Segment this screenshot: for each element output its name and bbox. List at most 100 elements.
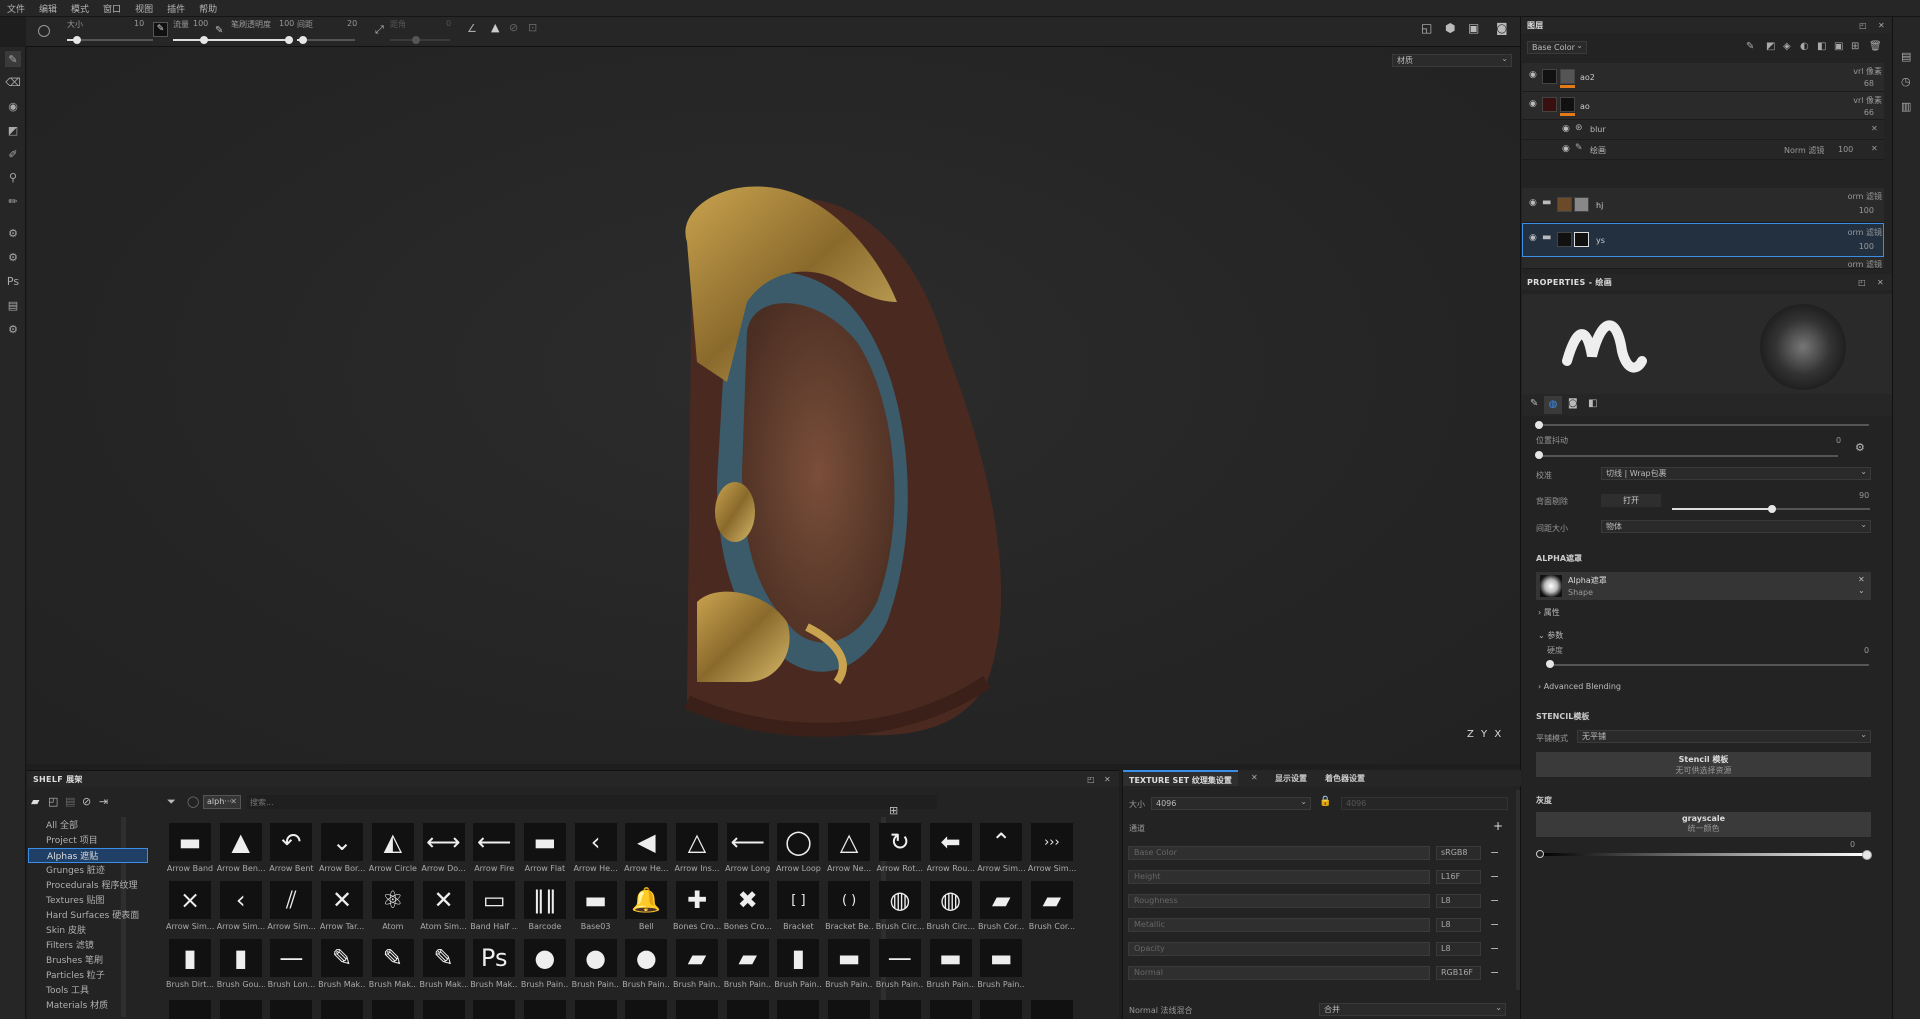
folder-row-selected[interactable]: ◉ ▬ ys orm 滤镜 100	[1522, 223, 1884, 257]
angle-slider-knob[interactable]	[412, 36, 420, 44]
effect-row[interactable]: ◉ ✎ 绘画 Norm 滤镜 100 ✕	[1522, 140, 1884, 160]
effect-opacity[interactable]: 100	[1838, 145, 1853, 154]
shelf-asset-item[interactable]: ⟵ Arrow Fire	[470, 821, 518, 878]
shelf-asset-item[interactable]: — Brush Lon...	[267, 937, 315, 994]
spacing-slider-knob[interactable]	[299, 36, 307, 44]
channel-format-select[interactable]: RGB16F	[1436, 966, 1481, 980]
color-picker-icon[interactable]: ✏	[5, 193, 21, 209]
effect-blend[interactable]: Norm 滤镜	[1784, 145, 1834, 156]
shelf-asset-item[interactable]: ⌄ Arrow Bor...	[318, 821, 366, 878]
asset-thumbnail-partial[interactable]	[878, 1000, 921, 1019]
shelf-asset-item[interactable]: △ Arrow Ins...	[673, 821, 721, 878]
shelf-category-item[interactable]: Skin 皮肤	[46, 923, 86, 936]
shelf-asset-item[interactable]: ▬ Brush Pain...	[927, 937, 975, 994]
asset-thumbnail-partial[interactable]	[169, 1000, 211, 1019]
circle-filter-icon[interactable]: ◯	[187, 795, 199, 808]
asset-thumbnail-partial[interactable]	[625, 1000, 668, 1019]
shelf-asset-item[interactable]: ▰ Brush Pain...	[673, 937, 721, 994]
effect-row[interactable]: ◉ ⊛ blur ✕	[1522, 120, 1884, 140]
hide-icon[interactable]: ⊘	[82, 795, 91, 808]
pos-jitter-slider[interactable]	[1537, 455, 1838, 457]
alpha-expand-icon[interactable]: ⌄	[1858, 586, 1865, 595]
size-select[interactable]: 4096	[1151, 796, 1311, 810]
asset-thumbnail-partial[interactable]	[422, 1000, 465, 1019]
layer-blend[interactable]: orm 滤镜	[1838, 227, 1882, 238]
shelf-asset-item[interactable]: ◯ Arrow Loop	[774, 821, 822, 878]
shelf-category-item[interactable]: Alphas 遮贴	[28, 848, 148, 863]
layer-row[interactable]: ◉ ao vrl 像素 66	[1522, 92, 1884, 120]
bake-icon[interactable]: ⚙	[5, 225, 21, 241]
normal-mix-select[interactable]: 合并	[1319, 1002, 1506, 1016]
transform-icon[interactable]: ⊡	[528, 21, 537, 34]
lock-icon[interactable]: 🔒	[1319, 796, 1331, 807]
shelf-asset-item[interactable]: ▬ Arrow Band	[166, 821, 214, 878]
layer-opacity[interactable]: 100	[1838, 242, 1874, 251]
tab-display-settings[interactable]: 显示设置	[1275, 773, 1307, 784]
close-icon[interactable]: ✕	[1878, 21, 1885, 30]
save-icon[interactable]: ▤	[65, 795, 75, 808]
symmetry-angle-icon[interactable]: ∠	[467, 22, 477, 35]
remove-effect-icon[interactable]: ✕	[1871, 124, 1878, 133]
shelf-category-item[interactable]: Procedurals 程序纹理	[46, 878, 137, 891]
shelf-asset-item[interactable]: ⚛ Atom	[369, 879, 417, 936]
layer-blend[interactable]: orm 滤镜	[1838, 259, 1882, 268]
screenshot-icon[interactable]: ◙	[1496, 21, 1508, 35]
shelf-asset-item[interactable]: ⟷ Arrow Do...	[420, 821, 468, 878]
filter-chip[interactable]: alph··· ✕	[203, 795, 241, 809]
shelf-asset-item[interactable]: ✖ Bones Cro...	[724, 879, 772, 936]
channel-select[interactable]: Base Color	[1527, 40, 1587, 54]
shelf-asset-item[interactable]: ◀ Arrow He...	[622, 821, 670, 878]
clone-stamp-icon[interactable]: ⚲	[5, 169, 21, 185]
asset-thumbnail-partial[interactable]	[828, 1000, 871, 1019]
viewport-mode-select[interactable]: 材质	[1392, 53, 1512, 67]
visibility-eye-icon[interactable]: ◉	[1562, 124, 1570, 134]
shelf-asset-item[interactable]: ● Brush Pain...	[521, 937, 569, 994]
shelf-asset-item[interactable]: ‹ Arrow He...	[572, 821, 620, 878]
eraser-icon[interactable]: ⌫	[5, 74, 21, 90]
add-effect-icon[interactable]: ✎	[1746, 41, 1754, 52]
shelf-asset-item[interactable]: ‖‖ Barcode	[521, 879, 569, 936]
add-paint-icon[interactable]: ◐	[1800, 41, 1809, 52]
close-icon[interactable]: ✕	[1104, 775, 1111, 784]
shelf-category-item[interactable]: All 全部	[46, 818, 78, 831]
smudge-icon[interactable]: ✐	[5, 146, 21, 162]
flow-slider-knob[interactable]	[200, 36, 208, 44]
folder-row[interactable]: ◉ ▬ hj orm 滤镜 100	[1522, 188, 1884, 223]
remove-channel-icon[interactable]: −	[1490, 870, 1499, 883]
asset-thumbnail-partial[interactable]	[270, 1000, 313, 1019]
asset-thumbnail-partial[interactable]	[473, 1000, 516, 1019]
remove-channel-icon[interactable]: −	[1490, 918, 1499, 931]
float-icon[interactable]: ◰	[1859, 21, 1867, 30]
shelf-asset-item[interactable]: ››› Arrow Sim...	[1028, 821, 1076, 878]
add-mask-icon[interactable]: ◩	[1766, 41, 1775, 52]
shelf-asset-item[interactable]: ▰ Brush Pain...	[724, 937, 772, 994]
shelf-category-item[interactable]: Hard Surfaces 硬表面	[46, 908, 139, 921]
chip-close-icon[interactable]: ✕	[230, 796, 237, 808]
shelf-asset-item[interactable]: ◍ Brush Circ...	[927, 879, 975, 936]
shelf-asset-item[interactable]: ‹ Arrow Sim...	[217, 879, 265, 936]
preferences-icon[interactable]: ⚙	[5, 321, 21, 337]
shelf-asset-item[interactable]: — Brush Pain...	[876, 937, 924, 994]
alpha-remove-icon[interactable]: ✕	[1858, 575, 1865, 584]
tab-shader-settings[interactable]: 着色器设置	[1325, 773, 1365, 784]
shelf-asset-item[interactable]: ↶ Arrow Bent	[267, 821, 315, 878]
new-folder-icon[interactable]: ◰	[48, 795, 58, 808]
shelf-asset-item[interactable]: ↻ Arrow Rot...	[876, 821, 924, 878]
menu-edit[interactable]: 编辑	[32, 2, 64, 15]
texset-scrollbar[interactable]	[1516, 790, 1520, 990]
channel-name[interactable]: Normal	[1128, 966, 1430, 980]
channel-name[interactable]: Metallic	[1128, 918, 1430, 932]
layer-row[interactable]: ◉ ao2 vrl 像素 68	[1522, 63, 1884, 92]
flow-pen-icon[interactable]: ✎	[153, 22, 168, 37]
shelf-category-item[interactable]: Filters 滤镜	[46, 938, 94, 951]
remove-channel-icon[interactable]: −	[1490, 846, 1499, 859]
shelf-category-item[interactable]: Brushes 笔刷	[46, 953, 103, 966]
channel-name[interactable]: Height	[1128, 870, 1430, 884]
delete-layer-icon[interactable]: 🗑	[1869, 41, 1882, 52]
shelf-asset-item[interactable]: ✎ Brush Mak...	[369, 937, 417, 994]
channel-name[interactable]: Roughness	[1128, 894, 1430, 908]
import-icon[interactable]: ⇥	[99, 795, 108, 808]
shelf-asset-item[interactable]: ● Brush Pain...	[572, 937, 620, 994]
asset-thumbnail-partial[interactable]	[777, 1000, 820, 1019]
lazy-mouse-icon[interactable]: ⤢	[375, 23, 384, 37]
